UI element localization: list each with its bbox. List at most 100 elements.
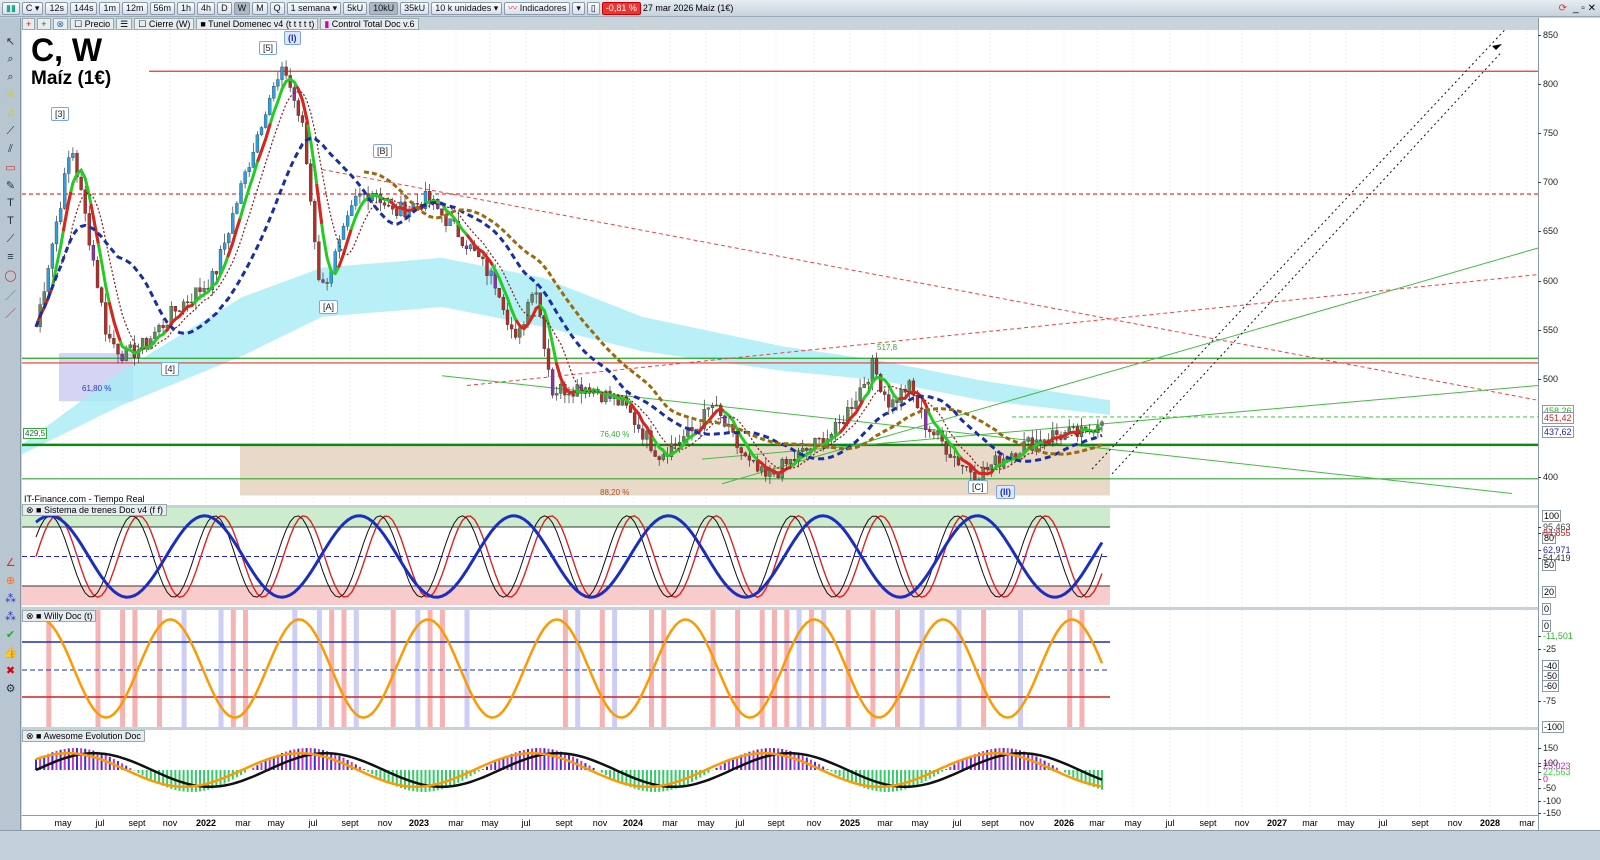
interval-button[interactable]: Q xyxy=(269,1,285,15)
indicator-tunel[interactable]: ■ Tunel Domenec v4 (t t t t t) xyxy=(196,18,319,30)
check-icon[interactable]: ✔ xyxy=(2,628,19,643)
indicator-price[interactable]: ☐ Precio xyxy=(70,18,115,30)
wave-label[interactable]: (I) xyxy=(284,31,301,45)
panel-title-willy[interactable]: ⊗ ■ Willy Doc (t) xyxy=(22,610,97,622)
panel-title-awesome[interactable]: ⊗ ■ Awesome Evolution Doc xyxy=(22,730,145,742)
settings-icon[interactable]: ⚙ xyxy=(2,682,19,697)
text-icon[interactable]: T xyxy=(2,197,19,212)
wave-label[interactable]: [5] xyxy=(259,41,278,55)
candle xyxy=(985,466,989,470)
interval-button[interactable]: 144s xyxy=(69,1,98,15)
panel-title-trenes[interactable]: ⊗ ■ Sistema de trenes Doc v4 (f f) xyxy=(22,504,168,516)
alert-icon[interactable]: ⍾ xyxy=(2,89,19,104)
zoom-area-icon[interactable]: ⌕ xyxy=(2,71,19,86)
chart-type-icon[interactable]: ▮▮ xyxy=(2,1,20,15)
interval-button[interactable]: 56m xyxy=(149,1,176,15)
histogram-bar xyxy=(908,770,911,789)
willy-bar xyxy=(895,610,900,727)
period-select[interactable]: 1 semana ▾ xyxy=(286,1,342,15)
time-tick: mar xyxy=(1519,818,1535,828)
wave-label[interactable]: (II) xyxy=(996,485,1015,499)
candle xyxy=(1026,437,1030,442)
angle-icon[interactable]: ∠ xyxy=(2,556,19,571)
histogram-bar xyxy=(244,770,247,773)
candle xyxy=(1100,421,1104,426)
candle xyxy=(116,343,120,355)
interval-button[interactable]: 1h xyxy=(177,1,196,15)
interval-button[interactable]: 1m xyxy=(99,1,120,15)
candle xyxy=(559,383,563,394)
wave-label[interactable]: [3] xyxy=(51,107,70,121)
fibonacci-icon[interactable]: ≡ xyxy=(2,251,19,266)
interval-button[interactable]: 12s xyxy=(45,1,68,15)
bell-icon[interactable]: ♫ xyxy=(2,107,19,122)
unit-select[interactable]: 10 k unidades ▾ xyxy=(431,1,503,15)
unit-button[interactable]: 5kU xyxy=(343,1,368,15)
circle-tool-icon[interactable]: ⊕ xyxy=(2,574,19,589)
willy-bar xyxy=(292,610,298,727)
pen-icon[interactable]: ✎ xyxy=(2,179,19,194)
fast-ma-line xyxy=(34,77,1103,476)
willy-bar xyxy=(919,610,925,727)
histogram-bar xyxy=(777,748,780,770)
indicator-bar: + + ⊗ ☐ Precio ☰ ☐ Cierre (W) ■ Tunel Do… xyxy=(22,18,419,30)
add-green-icon[interactable]: + xyxy=(37,18,51,30)
wave-label[interactable]: [C] xyxy=(968,480,988,494)
candle xyxy=(637,424,641,429)
indicator-control[interactable]: ▮ Control Total Doc v.6 xyxy=(320,18,419,30)
unit-button[interactable]: 10kU xyxy=(369,1,399,15)
sync-icon[interactable]: ⟳ xyxy=(1559,3,1567,14)
time-axis[interactable]: may jul sept nov 2022 mar may jul sept nov 2023 mar… xyxy=(22,815,1538,830)
histogram-bar xyxy=(186,770,189,792)
indicators-dropdown[interactable]: ▾ xyxy=(572,1,585,15)
unit-button[interactable]: 35kU xyxy=(400,1,430,15)
interval-button[interactable]: 4h xyxy=(197,1,216,15)
close-icon[interactable]: ⊗ xyxy=(52,18,69,30)
list-icon[interactable]: ☰ xyxy=(116,18,133,30)
candle xyxy=(95,260,100,288)
candle xyxy=(186,301,190,303)
abc-icon[interactable]: ⁂ xyxy=(2,610,19,625)
ruler-icon[interactable]: ⟋ xyxy=(2,233,19,248)
info-icon[interactable]: ▯ xyxy=(586,1,600,15)
price-axis[interactable]: 850 800 750 700 650 600 550 500 400 458,26 451,42 4… xyxy=(1537,18,1600,830)
ellipse-icon[interactable]: ◯ xyxy=(2,269,19,284)
interval-button[interactable]: 12m xyxy=(122,1,148,15)
time-tick: jul xyxy=(1165,818,1175,828)
indicators-button[interactable]: 〰 Indicadores xyxy=(504,1,571,15)
interval-button[interactable]: W xyxy=(233,1,251,15)
add-red-icon[interactable]: + xyxy=(22,18,36,30)
candle xyxy=(550,369,555,396)
delete-icon[interactable]: ✖ xyxy=(2,664,19,679)
cursor-icon[interactable]: ↖ xyxy=(2,35,19,50)
wave-label[interactable]: [4] xyxy=(161,362,180,376)
histogram-bar xyxy=(719,765,722,770)
rectangle-icon[interactable]: ▭ xyxy=(2,161,19,176)
candle xyxy=(948,454,952,458)
indicator-close[interactable]: ☐ Cierre (W) xyxy=(134,18,195,30)
fib-label: 61,80 % xyxy=(82,384,112,393)
thumbs-up-icon[interactable]: 👍 xyxy=(2,646,19,661)
interval-button[interactable]: M xyxy=(252,1,268,15)
candle xyxy=(485,258,489,276)
chart-area[interactable]: C, W Maíz (1€) IT-Finance.com - Tiempo R… xyxy=(22,21,1539,815)
elliott-icon[interactable]: ⁂ xyxy=(2,592,19,607)
candle xyxy=(1071,426,1075,428)
zoom-icon[interactable]: ⌕ xyxy=(2,53,19,68)
wave-label[interactable]: [B] xyxy=(373,144,393,158)
symbol-select[interactable]: C ▾ xyxy=(21,1,44,15)
chart-svg[interactable] xyxy=(22,21,1539,815)
candle xyxy=(325,282,329,284)
trendline-icon[interactable]: ⟋ xyxy=(2,125,19,140)
candle xyxy=(735,432,739,448)
willy-bar xyxy=(1067,610,1073,727)
text-icon-2[interactable]: T xyxy=(2,215,19,230)
window-controls[interactable]: _ ▫ ✕ xyxy=(1573,3,1596,14)
time-tick: mar xyxy=(235,818,251,828)
line-color-icon[interactable]: ／ xyxy=(2,287,19,302)
channel-icon[interactable]: ⫽ xyxy=(2,143,19,158)
time-tick: jul xyxy=(308,818,318,828)
interval-button[interactable]: D xyxy=(217,1,232,15)
line-color-icon-2[interactable]: ／ xyxy=(2,305,19,320)
wave-label[interactable]: [A] xyxy=(319,300,339,314)
